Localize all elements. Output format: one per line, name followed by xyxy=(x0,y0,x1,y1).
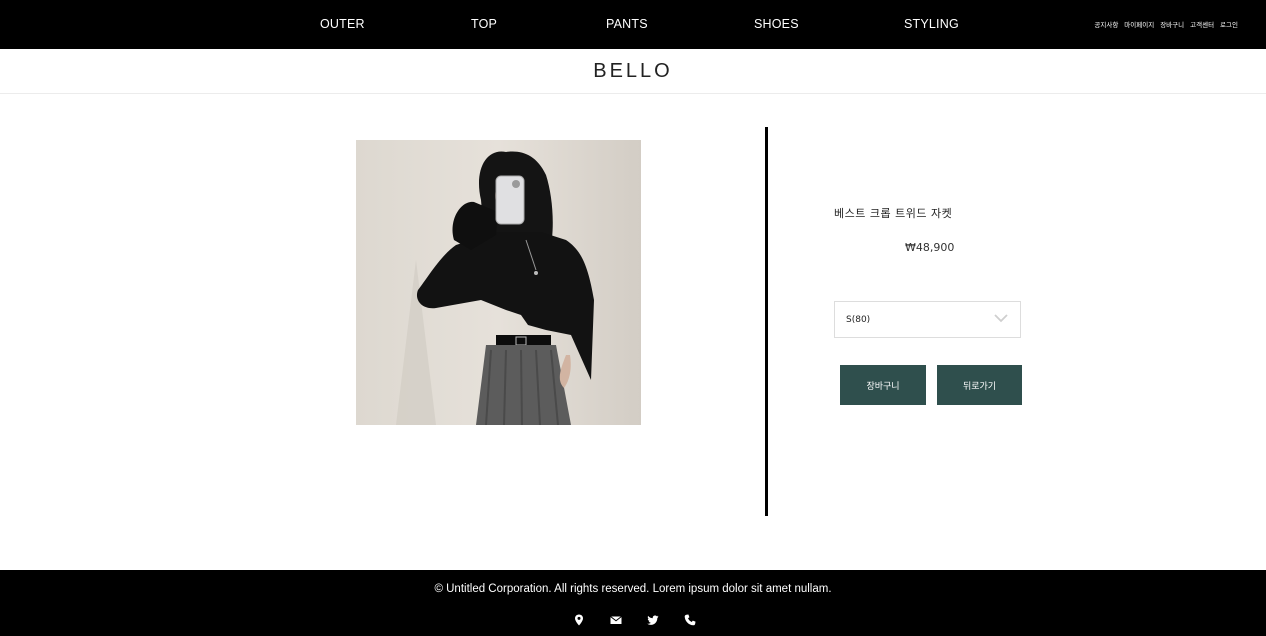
product-image xyxy=(356,140,641,425)
size-select[interactable]: S(80) xyxy=(834,301,1021,338)
nav-item-top[interactable]: TOP xyxy=(471,17,497,31)
nav-item-pants[interactable]: PANTS xyxy=(606,17,648,31)
nav-item-shoes[interactable]: SHOES xyxy=(754,17,799,31)
chevron-down-icon xyxy=(994,314,1008,323)
login-link[interactable]: 로그인 xyxy=(1220,19,1238,29)
utility-links: 공지사항 마이페이지 장바구니 고객센터 로그인 xyxy=(1094,19,1238,29)
footer: © Untitled Corporation. All rights reser… xyxy=(0,570,1266,636)
phone-icon[interactable] xyxy=(684,614,696,626)
customer-center-link[interactable]: 고객센터 xyxy=(1190,19,1214,29)
cart-link[interactable]: 장바구니 xyxy=(1160,19,1184,29)
envelope-icon[interactable] xyxy=(610,614,622,626)
map-marker-icon[interactable] xyxy=(573,614,585,626)
top-navigation: OUTER TOP PANTS SHOES STYLING 공지사항 마이페이지… xyxy=(0,0,1266,49)
mypage-link[interactable]: 마이페이지 xyxy=(1124,19,1154,29)
brand-logo[interactable]: BELLO xyxy=(0,60,1266,83)
twitter-icon[interactable] xyxy=(647,614,659,626)
product-name: 베스트 크롭 트위드 자켓 xyxy=(834,207,953,220)
nav-item-outer[interactable]: OUTER xyxy=(320,17,365,31)
size-selected-value: S(80) xyxy=(846,315,871,325)
product-price: ₩48,900 xyxy=(905,241,955,254)
add-to-cart-button[interactable]: 장바구니 xyxy=(840,365,926,405)
nav-item-styling[interactable]: STYLING xyxy=(904,17,959,31)
vertical-divider xyxy=(765,127,768,516)
notice-link[interactable]: 공지사항 xyxy=(1094,19,1118,29)
copyright-text: © Untitled Corporation. All rights reser… xyxy=(434,583,832,595)
go-back-button[interactable]: 뒤로가기 xyxy=(937,365,1022,405)
brand-bar: BELLO xyxy=(0,49,1266,94)
